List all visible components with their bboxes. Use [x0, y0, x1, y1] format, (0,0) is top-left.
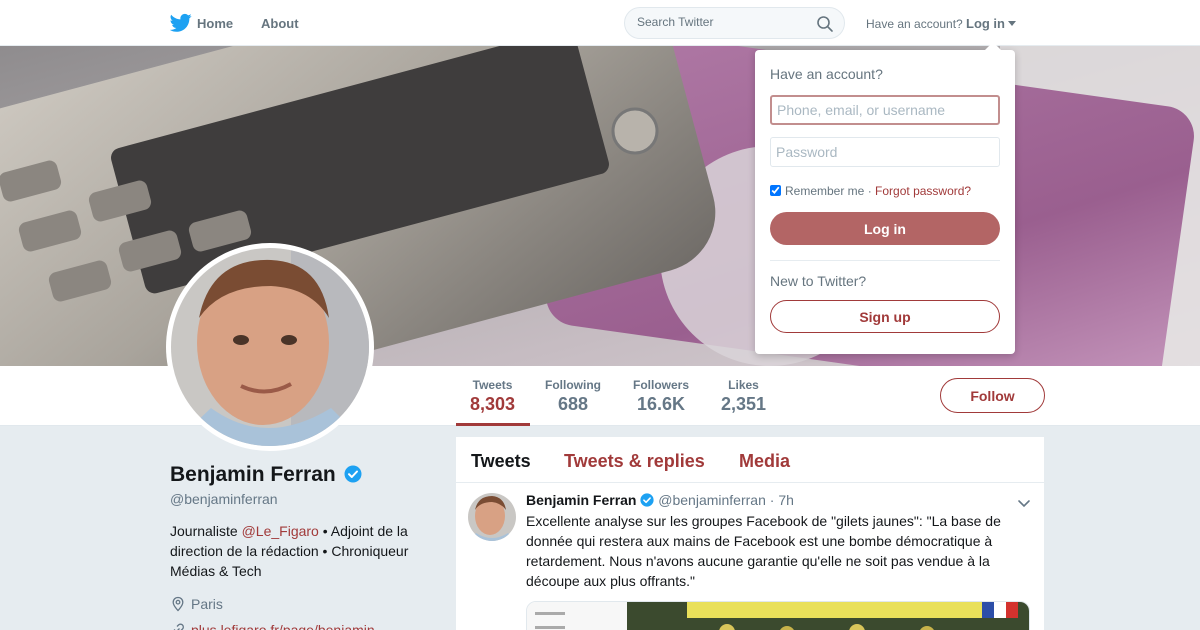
tab-media[interactable]: Media [739, 451, 790, 472]
stat-label: Followers [633, 378, 690, 392]
tweet-timestamp[interactable]: 7h [778, 492, 794, 508]
remember-me-checkbox[interactable] [770, 185, 781, 196]
profile-name-row: Benjamin Ferran [170, 463, 362, 487]
stat-followers[interactable]: Followers 16.6K [633, 378, 689, 415]
bio-text: Journaliste [170, 523, 242, 539]
tweet-item[interactable]: Benjamin Ferran @benjaminferran · 7h Exc… [456, 483, 1044, 630]
stat-following[interactable]: Following 688 [545, 378, 601, 415]
avatar-photo [171, 248, 369, 446]
login-button[interactable]: Log in [770, 212, 1000, 245]
search-input[interactable] [637, 15, 807, 29]
nav-about-link[interactable]: About [261, 16, 299, 31]
stat-label: Following [545, 378, 601, 392]
username-field[interactable] [770, 95, 1000, 125]
tweet-text: Excellente analyse sur les groupes Faceb… [526, 513, 1001, 589]
stat-value: 688 [557, 394, 589, 414]
stat-value: 2,351 [721, 394, 767, 414]
dropdown-title: Have an account? [770, 66, 883, 82]
profile-url-link[interactable]: plus.lefigaro.fr/page/benjamin... [191, 622, 386, 630]
tweet-separator: · [769, 492, 775, 508]
tweet-author-handle[interactable]: @benjaminferran [658, 492, 766, 508]
login-dropdown: Have an account? Remember me · Forgot pa… [755, 42, 1015, 354]
tab-tweets-and-replies[interactable]: Tweets & replies [564, 451, 705, 472]
top-navigation-bar: Home About Have an account? Log in [0, 0, 1200, 46]
twitter-bird-icon[interactable] [170, 13, 192, 33]
follow-button[interactable]: Follow [940, 378, 1045, 413]
tweet-author-avatar[interactable] [468, 493, 516, 541]
bio-mention-link[interactable]: @Le_Figaro [242, 523, 319, 539]
stat-tweets[interactable]: Tweets 8,303 [470, 378, 515, 415]
tweet-header: Benjamin Ferran @benjaminferran · 7h [526, 492, 794, 508]
stat-label: Likes [728, 378, 759, 392]
password-field[interactable] [770, 137, 1000, 167]
tab-tweets[interactable]: Tweets [471, 451, 531, 472]
location-pin-icon [172, 596, 184, 612]
link-icon [173, 623, 184, 630]
stat-likes[interactable]: Likes 2,351 [721, 378, 766, 415]
stat-value: 16.6K [636, 394, 686, 414]
dropdown-divider [770, 260, 1000, 261]
new-to-twitter-text: New to Twitter? [770, 273, 867, 289]
verified-badge-icon [344, 465, 362, 483]
profile-bio: Journaliste @Le_Figaro • Adjoint de la d… [170, 521, 420, 581]
nav-home-link[interactable]: Home [197, 16, 233, 31]
chevron-down-icon[interactable] [1016, 495, 1032, 511]
stat-value: 8,303 [470, 394, 516, 414]
active-stat-indicator [456, 423, 530, 426]
profile-avatar[interactable] [166, 243, 374, 451]
search-icon[interactable] [816, 15, 834, 33]
stat-label: Tweets [472, 378, 513, 392]
timeline-tabs: Tweets Tweets & replies Media [456, 437, 1044, 483]
tweet-media-preview[interactable] [526, 601, 1030, 630]
verified-badge-icon [640, 493, 654, 507]
caret-down-icon[interactable] [1008, 21, 1016, 26]
tweet-author-name[interactable]: Benjamin Ferran [526, 492, 636, 508]
signup-button[interactable]: Sign up [770, 300, 1000, 333]
remember-me-label[interactable]: Remember me [785, 184, 864, 198]
profile-handle[interactable]: @benjaminferran [170, 491, 278, 507]
remember-separator: · [867, 184, 872, 198]
profile-url: plus.lefigaro.fr/page/benjamin... [170, 622, 386, 630]
have-account-text: Have an account? [866, 17, 963, 31]
login-dropdown-toggle[interactable]: Log in [966, 16, 1005, 31]
remember-row: Remember me · Forgot password? [770, 184, 971, 198]
profile-location: Paris [170, 596, 223, 612]
forgot-password-link[interactable]: Forgot password? [875, 184, 971, 198]
search-box [624, 7, 845, 39]
profile-name[interactable]: Benjamin Ferran [170, 463, 336, 486]
location-text: Paris [191, 596, 223, 612]
